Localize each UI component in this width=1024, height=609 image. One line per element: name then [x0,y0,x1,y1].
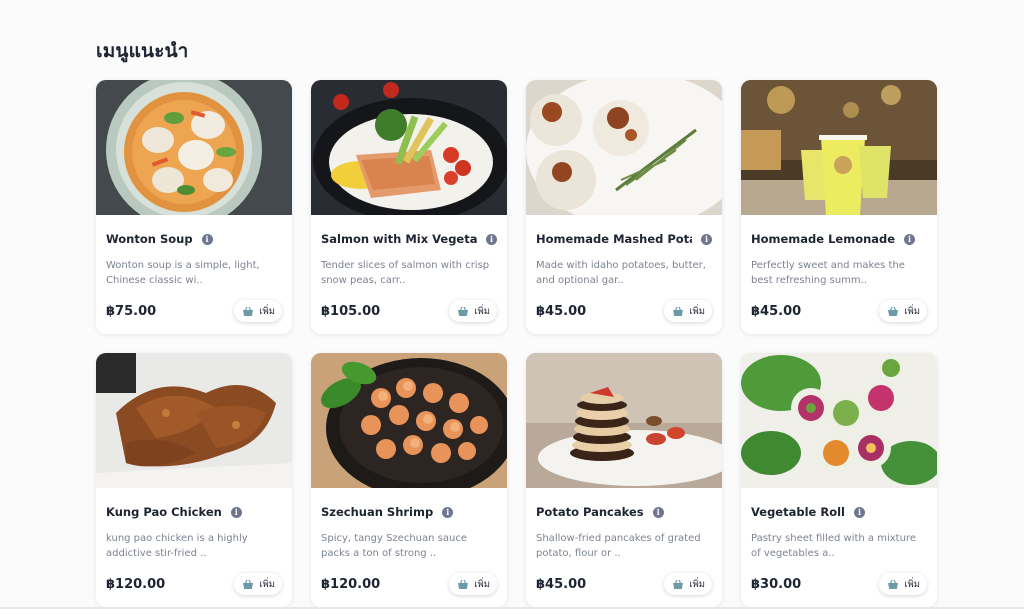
info-icon[interactable]: i [701,233,712,245]
basket-icon [888,306,899,316]
basket-icon [458,306,469,316]
basket-icon [458,579,469,589]
item-price: ฿120.00 [321,576,381,592]
item-title[interactable]: Salmon with Mix Vegeta... [321,232,477,246]
add-button[interactable]: เพิ่ม [664,573,712,595]
add-button[interactable]: เพิ่ม [879,300,927,322]
basket-icon [673,306,684,316]
item-title[interactable]: Szechuan Shrimp [321,505,433,519]
item-description: Perfectly sweet and makes the best refre… [751,260,905,286]
item-price: ฿45.00 [751,303,802,319]
add-button-label: เพิ่ม [904,578,920,590]
info-icon[interactable]: i [904,233,916,245]
item-price: ฿45.00 [536,303,587,319]
wonton-soup-image[interactable] [96,80,292,215]
item-title[interactable]: Wonton Soup [106,232,193,246]
info-icon[interactable]: i [486,233,497,245]
menu-card[interactable]: Homemade Mashed Potato i Made with idaho… [526,80,722,334]
potato-pancakes-image[interactable] [526,353,722,488]
menu-card[interactable]: Potato Pancakes i Shallow-fried pancakes… [526,353,722,607]
add-button[interactable]: เพิ่ม [449,573,497,595]
vegetable-roll-image[interactable] [741,353,937,488]
basket-icon [243,306,254,316]
item-description: Spicy, tangy Szechuan sauce packs a ton … [321,533,467,559]
item-description: kung pao chicken is a highly addictive s… [106,533,248,559]
add-button[interactable]: เพิ่ม [664,300,712,322]
info-icon[interactable]: i [853,506,865,518]
menu-card[interactable]: Vegetable Roll i Pastry sheet filled wit… [741,353,937,607]
menu-card[interactable]: Salmon with Mix Vegeta... i Tender slice… [311,80,507,334]
add-button-label: เพิ่ม [904,305,920,317]
item-price: ฿75.00 [106,303,157,319]
item-title[interactable]: Kung Pao Chicken [106,505,222,519]
item-price: ฿105.00 [321,303,381,319]
item-description: Pastry sheet filled with a mixture of ve… [751,533,916,559]
info-icon[interactable]: i [201,233,213,245]
kung-pao-chicken-image[interactable] [96,353,292,488]
menu-card[interactable]: Wonton Soup i Wonton soup is a simple, l… [96,80,292,334]
salmon-plate-image[interactable] [311,80,507,215]
mashed-potato-image[interactable] [526,80,722,215]
item-description: Shallow-fried pancakes of grated potato,… [536,533,701,559]
section-title: เมนูแนะนำ [96,40,189,62]
item-title[interactable]: Homemade Mashed Potato [536,232,692,246]
basket-icon [888,579,899,589]
add-button-label: เพิ่ม [259,578,275,590]
add-button[interactable]: เพิ่ม [449,300,497,322]
item-description: Tender slices of salmon with crisp snow … [321,260,490,286]
add-button[interactable]: เพิ่ม [879,573,927,595]
add-button-label: เพิ่ม [474,578,490,590]
menu-card[interactable]: Kung Pao Chicken i kung pao chicken is a… [96,353,292,607]
add-button[interactable]: เพิ่ม [234,573,282,595]
add-button-label: เพิ่ม [259,305,275,317]
lemonade-image[interactable] [741,80,937,215]
item-price: ฿30.00 [751,576,802,592]
menu-card[interactable]: Szechuan Shrimp i Spicy, tangy Szechuan … [311,353,507,607]
info-icon[interactable]: i [652,506,664,518]
item-description: Wonton soup is a simple, light, Chinese … [106,260,260,286]
basket-icon [243,579,254,589]
szechuan-shrimp-image[interactable] [311,353,507,488]
info-icon[interactable]: i [230,506,242,518]
add-button-label: เพิ่ม [689,578,705,590]
item-price: ฿45.00 [536,576,587,592]
item-title[interactable]: Potato Pancakes [536,505,644,519]
item-price: ฿120.00 [106,576,166,592]
basket-icon [673,579,684,589]
info-icon[interactable]: i [442,506,454,518]
item-title[interactable]: Vegetable Roll [751,505,845,519]
menu-card[interactable]: Homemade Lemonade i Perfectly sweet and … [741,80,937,334]
add-button-label: เพิ่ม [689,305,705,317]
add-button-label: เพิ่ม [474,305,490,317]
add-button[interactable]: เพิ่ม [234,300,282,322]
item-title[interactable]: Homemade Lemonade [751,232,895,246]
item-description: Made with idaho potatoes, butter, and op… [536,260,706,286]
menu-grid: Wonton Soup i Wonton soup is a simple, l… [96,80,937,607]
